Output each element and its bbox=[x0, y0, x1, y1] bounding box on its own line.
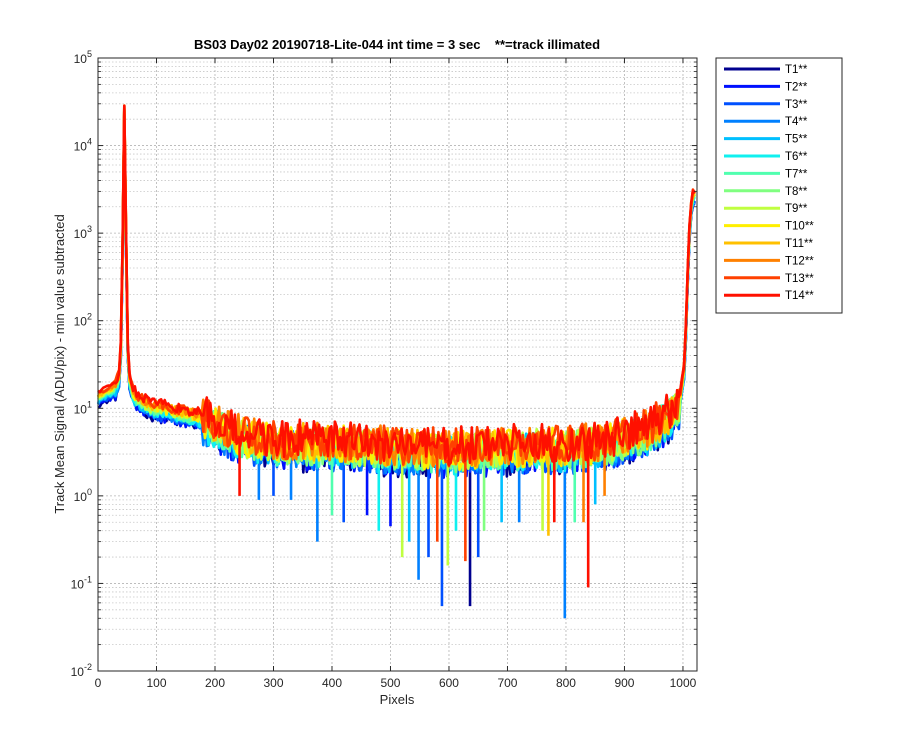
legend-entry-label: T13** bbox=[785, 273, 814, 285]
legend-entry-label: T11** bbox=[785, 238, 813, 250]
legend-entry-label: T5** bbox=[785, 134, 808, 146]
legend-box bbox=[715, 57, 843, 314]
legend-entry-label: T4** bbox=[785, 116, 808, 128]
x-axis-label: Pixels bbox=[380, 692, 415, 707]
x-tick-label: 500 bbox=[380, 676, 400, 690]
legend-entry-label: T2** bbox=[785, 81, 808, 93]
x-tick-label: 400 bbox=[322, 676, 342, 690]
chart-title: BS03 Day02 20190718-Lite-044 int time = … bbox=[194, 37, 600, 52]
legend-entry-label: T14** bbox=[785, 290, 814, 302]
x-tick-label: 1000 bbox=[670, 676, 697, 690]
legend-entry-label: T1** bbox=[785, 64, 808, 76]
x-tick-label: 600 bbox=[439, 676, 459, 690]
y-axis-label: Track Mean Signal (ADU/pix) - min value … bbox=[52, 214, 67, 513]
legend-entry-label: T9** bbox=[785, 203, 808, 215]
legend-entry-label: T3** bbox=[785, 99, 808, 111]
plot-area bbox=[98, 58, 697, 671]
x-tick-label: 300 bbox=[263, 676, 283, 690]
x-tick-label: 0 bbox=[95, 676, 102, 690]
legend-entry-label: T12** bbox=[785, 255, 814, 267]
x-tick-label: 900 bbox=[614, 676, 634, 690]
legend: T1** T2** T3** T4** T5** T6** T7** T8** T9** T10*… bbox=[715, 57, 843, 314]
legend-entry-label: T6** bbox=[785, 151, 808, 163]
legend-entry-label: T8** bbox=[785, 186, 808, 198]
legend-entry-label: T7** bbox=[785, 168, 808, 180]
x-tick-label: 800 bbox=[556, 676, 576, 690]
legend-entry-label: T10** bbox=[785, 221, 814, 233]
figure: BS03 Day02 20190718-Lite-044 int time = … bbox=[0, 0, 900, 750]
x-tick-label: 200 bbox=[205, 676, 225, 690]
x-tick-label: 700 bbox=[497, 676, 517, 690]
x-tick-label: 100 bbox=[146, 676, 166, 690]
